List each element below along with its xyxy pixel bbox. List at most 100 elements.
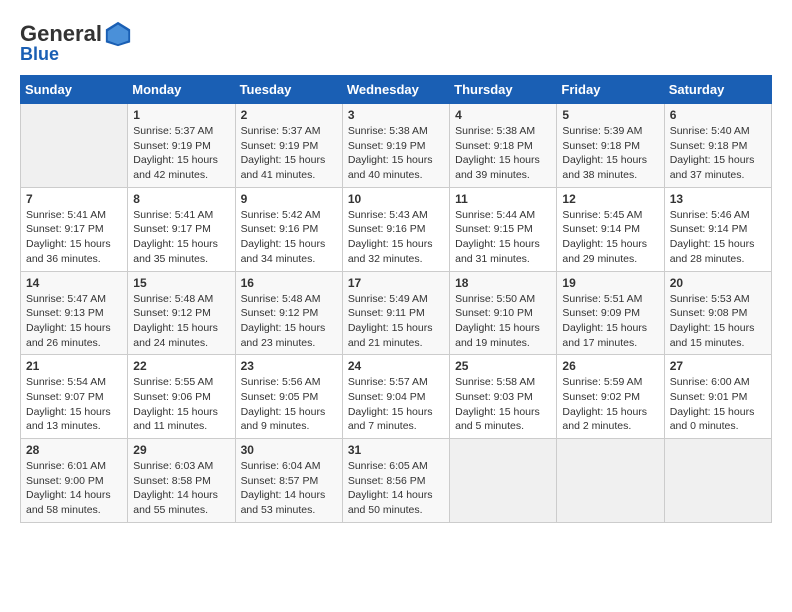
- calendar-cell: [21, 104, 128, 188]
- calendar-cell: 2Sunrise: 5:37 AM Sunset: 9:19 PM Daylig…: [235, 104, 342, 188]
- calendar-cell: 16Sunrise: 5:48 AM Sunset: 9:12 PM Dayli…: [235, 271, 342, 355]
- day-info: Sunrise: 5:40 AM Sunset: 9:18 PM Dayligh…: [670, 124, 766, 183]
- day-header-sunday: Sunday: [21, 76, 128, 104]
- day-header-tuesday: Tuesday: [235, 76, 342, 104]
- calendar-cell: 13 Sunrise: 5:46 AM Sunset: 9:14 PM Dayli…: [664, 187, 771, 271]
- day-info: Sunrise: 6:01 AM Sunset: 9:00 PM Dayligh…: [26, 459, 122, 518]
- days-header-row: SundayMondayTuesdayWednesdayThursdayFrid…: [21, 76, 772, 104]
- calendar-cell: [557, 439, 664, 523]
- day-info: Sunrise: 5:49 AM Sunset: 9:11 PM Dayligh…: [348, 292, 444, 351]
- day-info: Sunrise: 5:45 AM Sunset: 9:14 PM Dayligh…: [562, 208, 658, 267]
- day-info: Sunrise: 5:37 AM Sunset: 9:19 PM Dayligh…: [133, 124, 229, 183]
- calendar-cell: 5Sunrise: 5:39 AM Sunset: 9:18 PM Daylig…: [557, 104, 664, 188]
- calendar-week-row: 14 Sunrise: 5:47 AM Sunset: 9:13 PM Dayli…: [21, 271, 772, 355]
- day-number: 30: [241, 443, 337, 457]
- day-info: Sunrise: 5:54 AM Sunset: 9:07 PM Dayligh…: [26, 375, 122, 434]
- calendar-cell: 9 Sunrise: 5:42 AM Sunset: 9:16 PM Daylig…: [235, 187, 342, 271]
- day-number: 15: [133, 276, 229, 290]
- day-number: 12: [562, 192, 658, 206]
- logo-icon: [104, 20, 132, 48]
- day-header-saturday: Saturday: [664, 76, 771, 104]
- day-number: 11: [455, 192, 551, 206]
- calendar-cell: 14 Sunrise: 5:47 AM Sunset: 9:13 PM Dayli…: [21, 271, 128, 355]
- calendar-cell: 26 Sunrise: 5:59 AM Sunset: 9:02 PM Dayli…: [557, 355, 664, 439]
- calendar-cell: 22 Sunrise: 5:55 AM Sunset: 9:06 PM Dayli…: [128, 355, 235, 439]
- day-info: Sunrise: 5:57 AM Sunset: 9:04 PM Dayligh…: [348, 375, 444, 434]
- day-header-monday: Monday: [128, 76, 235, 104]
- calendar-cell: 18Sunrise: 5:50 AM Sunset: 9:10 PM Dayli…: [450, 271, 557, 355]
- day-info: Sunrise: 5:56 AM Sunset: 9:05 PM Dayligh…: [241, 375, 337, 434]
- logo: General Blue: [20, 20, 132, 65]
- day-number: 20: [670, 276, 766, 290]
- day-info: Sunrise: 5:39 AM Sunset: 9:18 PM Dayligh…: [562, 124, 658, 183]
- calendar-week-row: 21 Sunrise: 5:54 AM Sunset: 9:07 PM Dayli…: [21, 355, 772, 439]
- day-number: 21: [26, 359, 122, 373]
- day-number: 29: [133, 443, 229, 457]
- calendar-cell: 30 Sunrise: 6:04 AM Sunset: 8:57 PM Dayli…: [235, 439, 342, 523]
- day-number: 27: [670, 359, 766, 373]
- day-info: Sunrise: 5:51 AM Sunset: 9:09 PM Dayligh…: [562, 292, 658, 351]
- day-number: 9: [241, 192, 337, 206]
- day-number: 24: [348, 359, 444, 373]
- day-header-thursday: Thursday: [450, 76, 557, 104]
- calendar-cell: 20 Sunrise: 5:53 AM Sunset: 9:08 PM Dayli…: [664, 271, 771, 355]
- calendar-cell: 31Sunrise: 6:05 AM Sunset: 8:56 PM Dayli…: [342, 439, 449, 523]
- calendar-table: SundayMondayTuesdayWednesdayThursdayFrid…: [20, 75, 772, 523]
- day-number: 19: [562, 276, 658, 290]
- calendar-cell: 11 Sunrise: 5:44 AM Sunset: 9:15 PM Dayli…: [450, 187, 557, 271]
- day-info: Sunrise: 5:58 AM Sunset: 9:03 PM Dayligh…: [455, 375, 551, 434]
- calendar-cell: 21 Sunrise: 5:54 AM Sunset: 9:07 PM Dayli…: [21, 355, 128, 439]
- calendar-cell: 6 Sunrise: 5:40 AM Sunset: 9:18 PM Daylig…: [664, 104, 771, 188]
- logo-blue-text: Blue: [20, 44, 59, 65]
- day-number: 23: [241, 359, 337, 373]
- day-number: 25: [455, 359, 551, 373]
- day-number: 2: [241, 108, 337, 122]
- day-info: Sunrise: 6:04 AM Sunset: 8:57 PM Dayligh…: [241, 459, 337, 518]
- calendar-week-row: 7 Sunrise: 5:41 AM Sunset: 9:17 PM Daylig…: [21, 187, 772, 271]
- day-number: 7: [26, 192, 122, 206]
- day-number: 10: [348, 192, 444, 206]
- calendar-cell: 4 Sunrise: 5:38 AM Sunset: 9:18 PM Daylig…: [450, 104, 557, 188]
- day-number: 18: [455, 276, 551, 290]
- calendar-week-row: 28Sunrise: 6:01 AM Sunset: 9:00 PM Dayli…: [21, 439, 772, 523]
- day-info: Sunrise: 5:48 AM Sunset: 9:12 PM Dayligh…: [133, 292, 229, 351]
- day-info: Sunrise: 5:41 AM Sunset: 9:17 PM Dayligh…: [26, 208, 122, 267]
- day-number: 3: [348, 108, 444, 122]
- calendar-cell: 8 Sunrise: 5:41 AM Sunset: 9:17 PM Daylig…: [128, 187, 235, 271]
- calendar-cell: 28Sunrise: 6:01 AM Sunset: 9:00 PM Dayli…: [21, 439, 128, 523]
- day-number: 8: [133, 192, 229, 206]
- day-info: Sunrise: 5:59 AM Sunset: 9:02 PM Dayligh…: [562, 375, 658, 434]
- day-number: 13: [670, 192, 766, 206]
- calendar-cell: 19 Sunrise: 5:51 AM Sunset: 9:09 PM Dayli…: [557, 271, 664, 355]
- calendar-cell: 23 Sunrise: 5:56 AM Sunset: 9:05 PM Dayli…: [235, 355, 342, 439]
- day-number: 31: [348, 443, 444, 457]
- day-info: Sunrise: 5:47 AM Sunset: 9:13 PM Dayligh…: [26, 292, 122, 351]
- page-header: General Blue: [20, 20, 772, 65]
- day-number: 14: [26, 276, 122, 290]
- day-info: Sunrise: 5:44 AM Sunset: 9:15 PM Dayligh…: [455, 208, 551, 267]
- calendar-cell: 1Sunrise: 5:37 AM Sunset: 9:19 PM Daylig…: [128, 104, 235, 188]
- calendar-cell: [450, 439, 557, 523]
- day-info: Sunrise: 5:46 AM Sunset: 9:14 PM Dayligh…: [670, 208, 766, 267]
- day-info: Sunrise: 5:41 AM Sunset: 9:17 PM Dayligh…: [133, 208, 229, 267]
- day-info: Sunrise: 6:03 AM Sunset: 8:58 PM Dayligh…: [133, 459, 229, 518]
- day-info: Sunrise: 5:53 AM Sunset: 9:08 PM Dayligh…: [670, 292, 766, 351]
- day-number: 17: [348, 276, 444, 290]
- day-number: 6: [670, 108, 766, 122]
- day-info: Sunrise: 5:55 AM Sunset: 9:06 PM Dayligh…: [133, 375, 229, 434]
- day-number: 4: [455, 108, 551, 122]
- day-info: Sunrise: 6:00 AM Sunset: 9:01 PM Dayligh…: [670, 375, 766, 434]
- day-header-wednesday: Wednesday: [342, 76, 449, 104]
- calendar-cell: [664, 439, 771, 523]
- calendar-cell: 7 Sunrise: 5:41 AM Sunset: 9:17 PM Daylig…: [21, 187, 128, 271]
- day-number: 26: [562, 359, 658, 373]
- day-info: Sunrise: 5:38 AM Sunset: 9:19 PM Dayligh…: [348, 124, 444, 183]
- day-info: Sunrise: 5:42 AM Sunset: 9:16 PM Dayligh…: [241, 208, 337, 267]
- calendar-cell: 27 Sunrise: 6:00 AM Sunset: 9:01 PM Dayli…: [664, 355, 771, 439]
- day-number: 16: [241, 276, 337, 290]
- day-info: Sunrise: 5:43 AM Sunset: 9:16 PM Dayligh…: [348, 208, 444, 267]
- day-info: Sunrise: 5:38 AM Sunset: 9:18 PM Dayligh…: [455, 124, 551, 183]
- calendar-cell: 15 Sunrise: 5:48 AM Sunset: 9:12 PM Dayli…: [128, 271, 235, 355]
- calendar-week-row: 1Sunrise: 5:37 AM Sunset: 9:19 PM Daylig…: [21, 104, 772, 188]
- day-number: 22: [133, 359, 229, 373]
